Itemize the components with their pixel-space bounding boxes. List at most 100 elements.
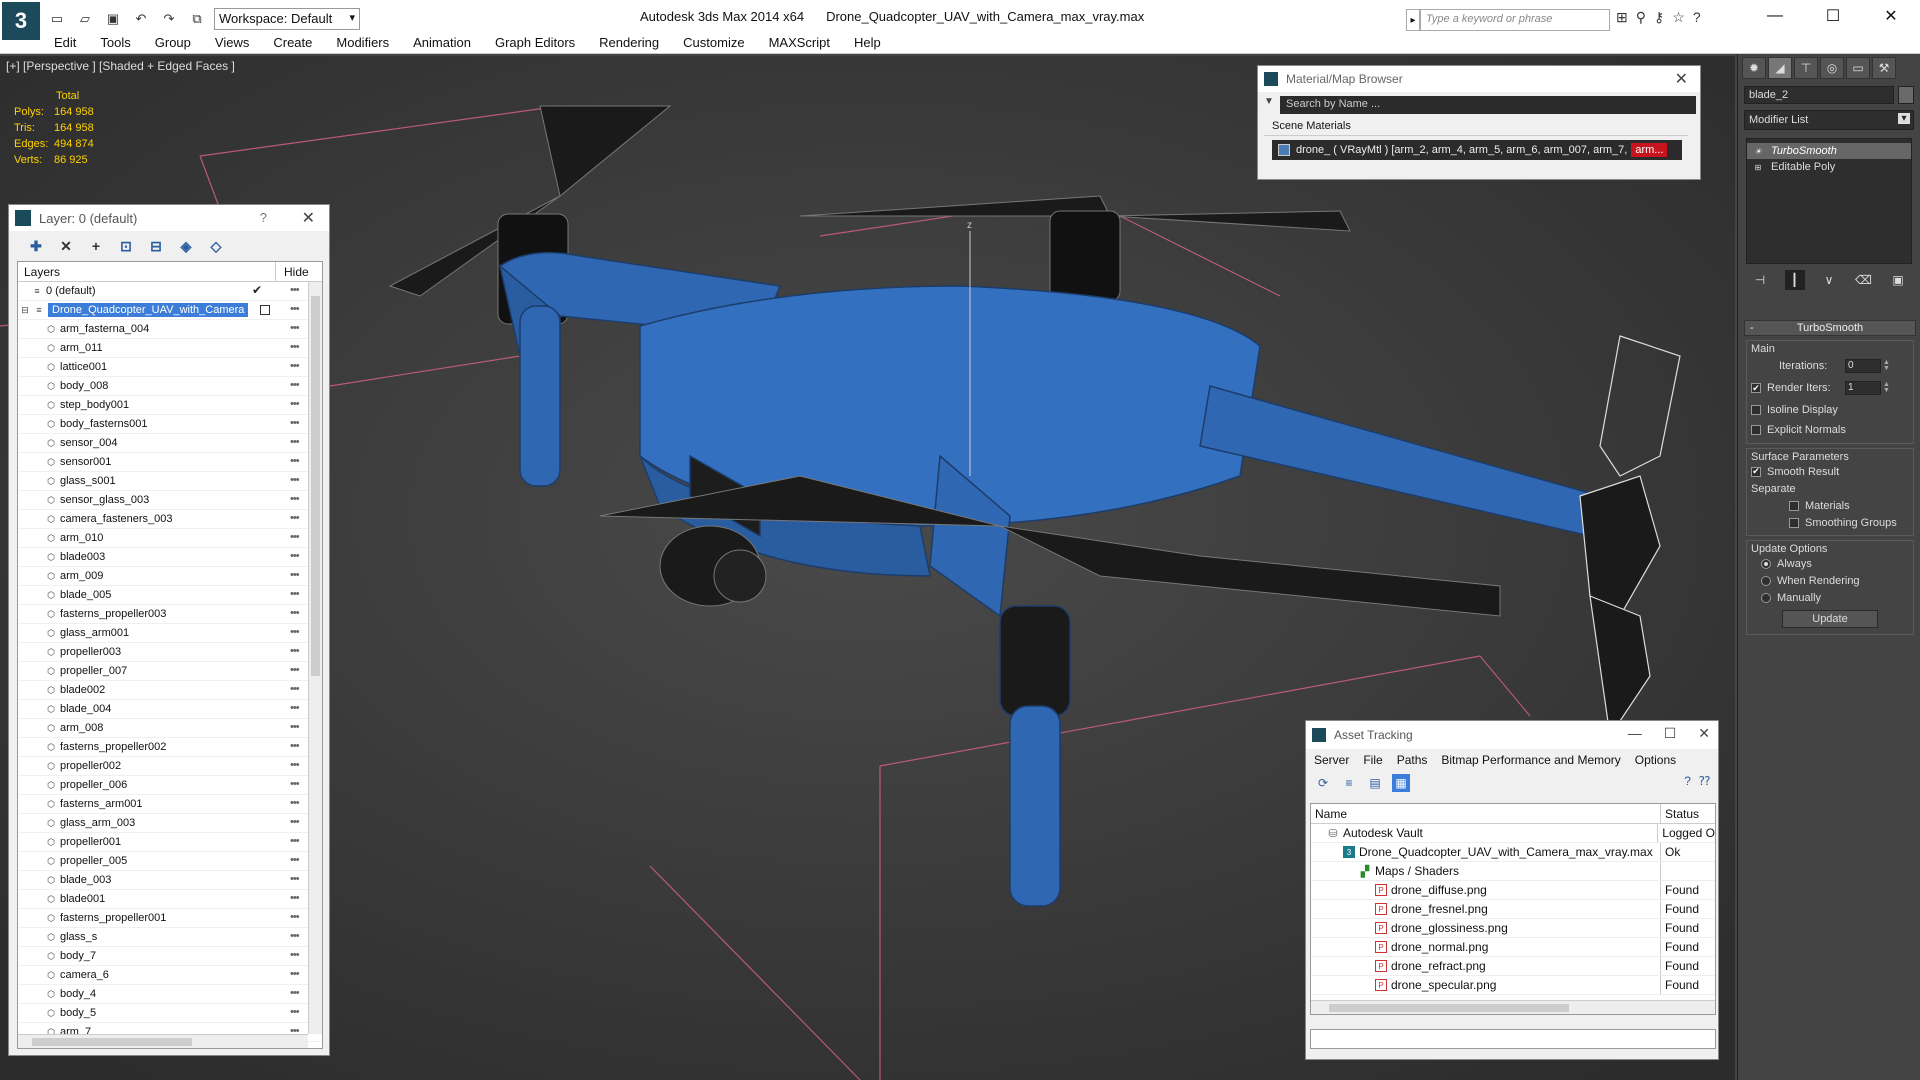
layer-row[interactable]: ⬡ arm_010 ••• (18, 529, 322, 548)
hide-toggle[interactable]: ••• (290, 664, 300, 676)
hide-toggle[interactable]: ••• (290, 360, 300, 372)
object-color-swatch[interactable] (1898, 86, 1914, 104)
hide-toggle[interactable]: ••• (290, 588, 300, 600)
explicit-normals-checkbox[interactable] (1751, 425, 1761, 435)
asset-row[interactable]: ⛁ Autodesk Vault Logged O (1311, 824, 1715, 843)
asset-row[interactable]: Pdrone_glossiness.png Found (1311, 919, 1715, 938)
save-icon[interactable]: ▣ (102, 9, 124, 29)
stack-item-editable-poly[interactable]: ⊞ Editable Poly (1747, 159, 1911, 175)
detail-view-icon[interactable]: ▤ (1366, 774, 1384, 792)
layer-row[interactable]: ⬡ blade_004 ••• (18, 700, 322, 719)
col-name[interactable]: Name (1311, 804, 1661, 823)
menu-options[interactable]: Options (1635, 753, 1676, 767)
layer-row[interactable]: ⬡ sensor_004 ••• (18, 434, 322, 453)
hide-toggle[interactable]: ••• (290, 531, 300, 543)
modify-tab-icon[interactable]: ◢ (1768, 57, 1792, 79)
layer-list[interactable]: Layers Hide ≡ 0 (default) ✔ ••• ⊟ ≡ Dron… (17, 261, 323, 1049)
motion-tab-icon[interactable]: ◎ (1820, 57, 1844, 79)
col-hide[interactable]: Hide (276, 262, 317, 281)
layer-row[interactable]: ⬡ arm_fasterna_004 ••• (18, 320, 322, 339)
layer-row[interactable]: ⬡ propeller_005 ••• (18, 852, 322, 871)
layer-row[interactable]: ⬡ blade001 ••• (18, 890, 322, 909)
hide-toggle[interactable]: ••• (290, 702, 300, 714)
set-active-checkbox[interactable] (260, 305, 270, 315)
hide-toggle[interactable]: ••• (290, 436, 300, 448)
layer-row[interactable]: ⬡ glass_s ••• (18, 928, 322, 947)
hide-toggle[interactable]: ••• (290, 455, 300, 467)
maximize-icon[interactable]: ☐ (1804, 0, 1862, 32)
expand-icon[interactable]: ⊞ (1753, 162, 1763, 172)
menu-customize[interactable]: Customize (683, 35, 744, 50)
layer-horizontal-scrollbar[interactable] (18, 1034, 308, 1048)
redo-icon[interactable]: ↷ (158, 9, 180, 29)
layer-row[interactable]: ⬡ camera_fasteners_003 ••• (18, 510, 322, 529)
bulb-icon[interactable]: ☀ (1753, 146, 1763, 156)
close-icon[interactable]: ✕ (302, 208, 315, 228)
hide-toggle[interactable]: ••• (290, 1006, 300, 1018)
layer-row[interactable]: ⬡ body_fasterns001 ••• (18, 415, 322, 434)
hide-toggle[interactable]: ••• (290, 607, 300, 619)
when-rendering-radio[interactable] (1761, 575, 1771, 586)
select-objects-icon[interactable]: ⊡ (115, 236, 137, 256)
layer-row[interactable]: ⬡ fasterns_propeller002 ••• (18, 738, 322, 757)
close-icon[interactable]: ✕ (1675, 69, 1688, 89)
menu-animation[interactable]: Animation (413, 35, 471, 50)
material-browser-titlebar[interactable]: Material/Map Browser ✕ (1258, 66, 1700, 92)
render-iters-spinner[interactable]: 1 (1845, 381, 1881, 395)
layer-row[interactable]: ⬡ glass_s001 ••• (18, 472, 322, 491)
binoculars-icon[interactable]: ⊞ (1616, 9, 1628, 26)
hide-toggle[interactable]: ••• (290, 341, 300, 353)
layer-row[interactable]: ⬡ fasterns_arm001 ••• (18, 795, 322, 814)
menu-file[interactable]: File (1363, 753, 1382, 767)
menu-tools[interactable]: Tools (100, 35, 130, 50)
menu-help[interactable]: Help (854, 35, 881, 50)
col-status[interactable]: Status (1661, 804, 1703, 823)
hide-toggle[interactable]: ••• (290, 379, 300, 391)
layer-row-drone[interactable]: ⊟ ≡ Drone_Quadcopter_UAV_with_Camera ••• (18, 301, 322, 320)
new-file-icon[interactable]: ▭ (46, 9, 68, 29)
hide-toggle[interactable]: ••• (290, 683, 300, 695)
layer-row[interactable]: ⬡ arm_009 ••• (18, 567, 322, 586)
asset-row[interactable]: Pdrone_diffuse.png Found (1311, 881, 1715, 900)
menu-server[interactable]: Server (1314, 753, 1349, 767)
search-expand-icon[interactable]: ▸ (1406, 9, 1420, 31)
layer-row[interactable]: ⬡ arm_011 ••• (18, 339, 322, 358)
menu-create[interactable]: Create (273, 35, 312, 50)
open-file-icon[interactable]: ▱ (74, 9, 96, 29)
menu-bitmap-performance[interactable]: Bitmap Performance and Memory (1441, 753, 1620, 767)
hide-toggle[interactable]: ••• (290, 892, 300, 904)
hide-toggle[interactable]: ••• (290, 645, 300, 657)
table-view-icon[interactable]: ▦ (1392, 774, 1410, 792)
project-folder-icon[interactable]: ⧉ (186, 9, 208, 29)
minimize-icon[interactable]: — (1746, 0, 1804, 32)
layer-row[interactable]: ⬡ propeller_007 ••• (18, 662, 322, 681)
object-name-field[interactable]: blade_2 (1744, 86, 1894, 104)
hide-toggle[interactable]: ••• (290, 797, 300, 809)
communication-icon[interactable]: ⚲ (1636, 9, 1646, 26)
layer-row[interactable]: ⬡ blade_005 ••• (18, 586, 322, 605)
minimize-icon[interactable]: — (1628, 725, 1642, 742)
spinner-arrows-icon[interactable]: ▲ ▼ (1883, 359, 1890, 372)
hide-toggle[interactable]: ••• (290, 512, 300, 524)
configure-sets-icon[interactable]: ▣ (1888, 270, 1908, 290)
options-dropdown-icon[interactable]: ▼ (1264, 96, 1274, 107)
menu-views[interactable]: Views (215, 35, 249, 50)
app-logo-icon[interactable]: 3 (2, 2, 40, 40)
close-icon[interactable]: ✕ (1862, 0, 1920, 32)
key-icon[interactable]: ⚷ (1654, 9, 1664, 26)
layer-row[interactable]: ⬡ body_4 ••• (18, 985, 322, 1004)
update-button[interactable]: Update (1782, 610, 1878, 628)
hide-toggle[interactable]: ••• (290, 930, 300, 942)
asset-row[interactable]: ▞ Maps / Shaders (1311, 862, 1715, 881)
hide-toggle[interactable]: ••• (290, 816, 300, 828)
spinner-arrows-icon[interactable]: ▲ ▼ (1883, 381, 1890, 394)
delete-layer-icon[interactable]: ✕ (55, 236, 77, 256)
add-to-layer-icon[interactable]: + (85, 236, 107, 256)
utilities-tab-icon[interactable]: ⚒ (1872, 57, 1896, 79)
layer-row[interactable]: ⬡ blade_003 ••• (18, 871, 322, 890)
hide-toggle[interactable]: ••• (290, 303, 300, 315)
context-help-icon[interactable]: ⁇ (1699, 774, 1710, 788)
asset-row[interactable]: Pdrone_refract.png Found (1311, 957, 1715, 976)
make-unique-icon[interactable]: ∨ (1819, 270, 1839, 290)
layer-vertical-scrollbar[interactable] (308, 282, 322, 1034)
